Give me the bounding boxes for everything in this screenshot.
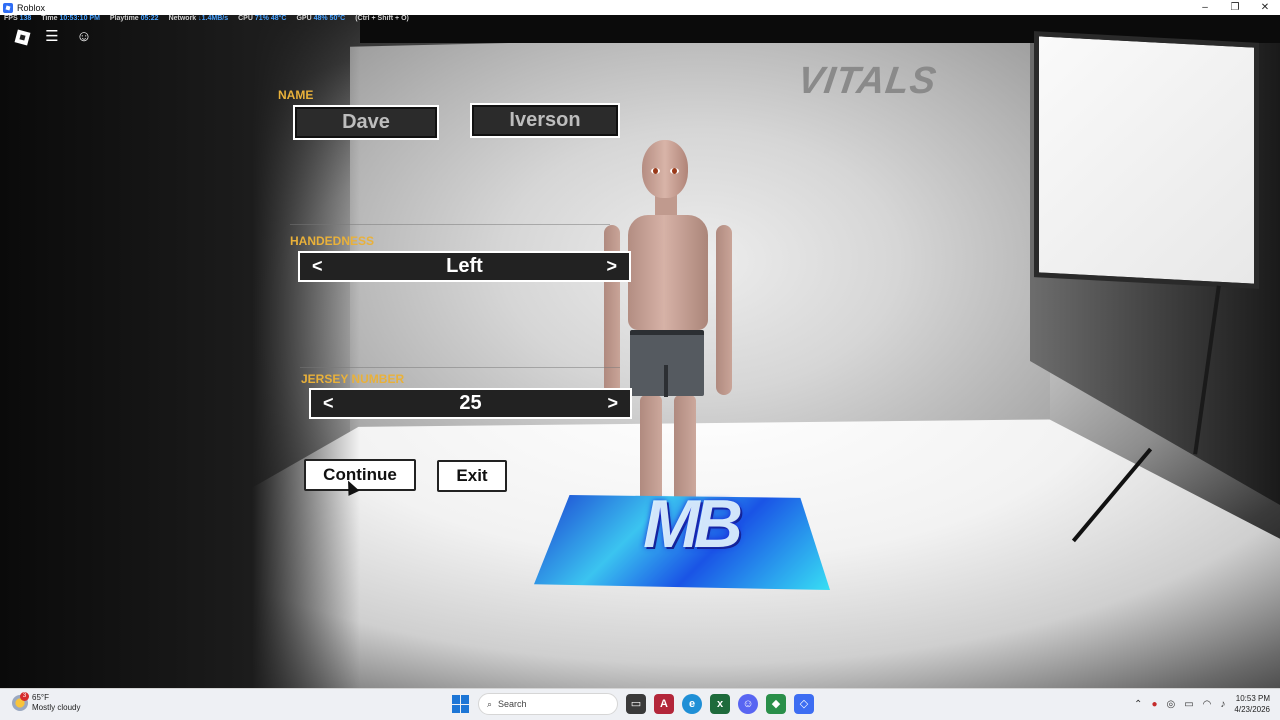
excel-icon[interactable]: x (710, 694, 730, 714)
last-name-input[interactable]: Iverson (470, 103, 620, 138)
windows-start-icon[interactable] (452, 695, 470, 713)
avatar-left-eye (651, 168, 660, 174)
first-name-input[interactable]: Dave (293, 105, 439, 140)
time-stat: Time 10:53:10 PM (41, 15, 100, 22)
avatar-right-arm (716, 225, 732, 395)
cpu-stat: CPU 71% 48°C (238, 15, 287, 22)
stats-shortcut: (Ctrl + Shift + O) (355, 15, 409, 22)
handedness-selector: < Left > (298, 251, 631, 282)
avatar-torso (628, 215, 708, 330)
avatar-head (642, 140, 688, 198)
handedness-next-button[interactable]: > (606, 256, 617, 277)
chat-icon[interactable]: ☺ (75, 28, 93, 46)
section-divider (300, 367, 620, 368)
avatar-shorts (630, 330, 704, 397)
avatar-neck (655, 195, 677, 217)
chevron-up-icon[interactable]: ⌃ (1134, 699, 1142, 710)
playtime-stat: Playtime 05:22 (109, 15, 159, 22)
game-viewport[interactable]: VITALS (0, 15, 1280, 688)
jersey-next-button[interactable]: > (607, 393, 618, 414)
taskbar-search-box[interactable]: ⌕ Search (478, 693, 618, 715)
section-divider (290, 224, 610, 225)
fps-stat: FPS 138 (4, 15, 32, 22)
exit-button[interactable]: Exit (437, 460, 507, 492)
notification-badge: 3 (20, 692, 29, 701)
search-icon: ⌕ (487, 698, 493, 709)
minimize-button[interactable]: – (1190, 0, 1220, 15)
weather-description: Mostly cloudy (32, 703, 81, 712)
handedness-prev-button[interactable]: < (312, 256, 323, 277)
restore-button[interactable]: ❐ (1220, 0, 1250, 15)
gpu-stat: GPU 48% 50°C (296, 15, 346, 22)
volume-icon[interactable]: ♪ (1220, 699, 1225, 710)
search-placeholder: Search (498, 699, 527, 709)
name-label: NAME (278, 88, 314, 102)
android-app-icon[interactable]: ◆ (766, 694, 786, 714)
vitals-wall-text: VITALS (795, 60, 940, 102)
edge-browser-icon[interactable]: e (682, 694, 702, 714)
windows-taskbar: 3 65°F Mostly cloudy ⌕ Search ▭ A e x ☺ … (0, 688, 1280, 720)
hamburger-menu-icon[interactable]: ☰ (43, 28, 61, 46)
close-button[interactable]: ✕ (1250, 0, 1280, 15)
clock-date: 4/23/2026 (1234, 705, 1270, 714)
display-icon[interactable]: ▭ (1184, 699, 1193, 710)
jersey-prev-button[interactable]: < (323, 393, 334, 414)
roblox-taskbar-icon[interactable]: ◇ (794, 694, 814, 714)
jersey-number-selector: < 25 > (309, 388, 632, 419)
weather-temperature: 65°F (32, 693, 49, 702)
jersey-number-value: 25 (459, 392, 482, 414)
taskbar-apps: ⌕ Search ▭ A e x ☺ ◆ ◇ (452, 693, 814, 715)
handedness-value: Left (446, 255, 483, 277)
window-title: Roblox (17, 2, 46, 13)
clock-time: 10:53 PM (1235, 694, 1270, 703)
weather-widget[interactable]: 3 65°F Mostly cloudy (12, 692, 81, 713)
app-icon-red[interactable]: A (654, 694, 674, 714)
microphone-icon[interactable]: ● (1151, 699, 1157, 710)
mb-logo: MB (643, 486, 743, 562)
wifi-icon[interactable]: ◠ (1203, 699, 1212, 710)
performance-stats-bar: FPS 138 Time 10:53:10 PM Playtime 05:22 … (0, 15, 409, 27)
continue-button[interactable]: Continue (304, 459, 416, 491)
roblox-menu-icon[interactable] (14, 29, 31, 45)
window-controls: – ❐ ✕ (1190, 0, 1280, 15)
jersey-number-label: JERSEY NUMBER (301, 372, 405, 386)
roblox-topbar: ☰ ☺ (14, 28, 93, 46)
network-stat: Network ↓1.4MB/s (168, 15, 229, 22)
task-view-icon[interactable]: ▭ (626, 694, 646, 714)
system-tray: ⌃ ● ◎ ▭ ◠ ♪ 10:53 PM 4/23/2026 (1134, 693, 1270, 715)
roblox-app-icon (3, 2, 13, 13)
avatar-right-eye (670, 168, 679, 174)
weather-cloud-sun-icon: 3 (12, 692, 29, 711)
window-title-bar: Roblox – ❐ ✕ (0, 0, 1280, 15)
system-clock[interactable]: 10:53 PM 4/23/2026 (1234, 693, 1270, 715)
network-icon[interactable]: ◎ (1166, 699, 1175, 710)
handedness-label: HANDEDNESS (290, 234, 375, 248)
discord-icon[interactable]: ☺ (738, 694, 758, 714)
softbox-light (1034, 31, 1259, 289)
